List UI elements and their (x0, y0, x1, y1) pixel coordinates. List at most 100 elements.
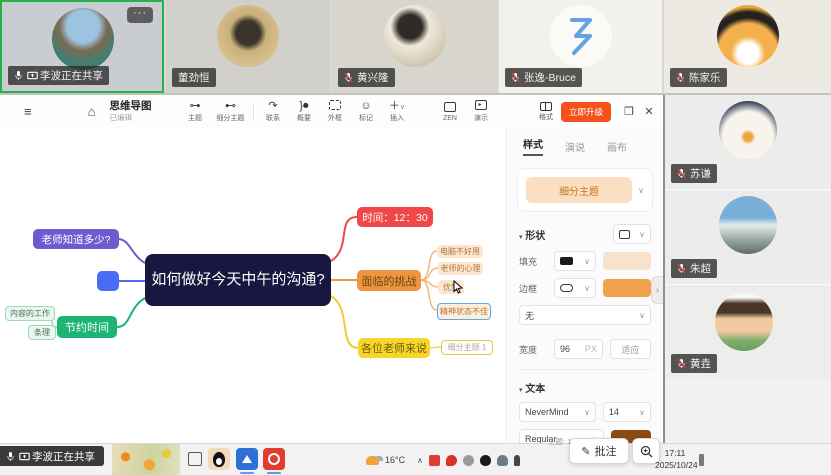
video-tile-zhangyi[interactable]: 张逸-Bruce (499, 0, 662, 93)
mic-muted-icon (677, 263, 686, 274)
participant-name: 陈家乐 (689, 70, 721, 85)
taskbar-clock[interactable]: 17:11 2025/10/24 (655, 448, 695, 472)
red-app-icon[interactable] (263, 448, 285, 470)
widgets-icon[interactable] (184, 448, 206, 470)
participant-name-badge: 黄兴隆 (338, 68, 395, 87)
text-section-header[interactable]: ▾ 文本 (519, 380, 545, 395)
mindmap-app-window: ≡ ⌂ 思维导图 已编辑 ⊶主题 ⊷细分主题 ↷联系 }⏺概要 外框 ☺标记 ＋… (0, 95, 663, 443)
sharing-indicator[interactable]: 李波正在共享 (0, 446, 104, 466)
present-icon: ▸ (475, 100, 487, 112)
summary-button[interactable]: }⏺概要 (288, 100, 319, 123)
topic-node[interactable]: 各位老师来说 (358, 338, 430, 358)
tab-canvas[interactable]: 画布 (607, 139, 627, 154)
avatar (384, 5, 446, 67)
insert-button[interactable]: ＋∨插入 (381, 100, 412, 123)
video-tile-dongjinheng[interactable]: 董劲恒 (166, 0, 330, 93)
avatar (719, 101, 777, 159)
tray-person-icon[interactable] (497, 455, 508, 466)
zen-mode-button[interactable]: ZEN (434, 102, 465, 122)
video-tile-zhuchao[interactable]: 朱超 (665, 190, 831, 285)
topic-node[interactable]: 节约时间 (57, 316, 117, 338)
document-title-block: 思维导图 已编辑 (109, 101, 151, 122)
video-tile-chenjiale[interactable]: 陈家乐 (664, 0, 831, 93)
topic-node-empty[interactable] (97, 271, 119, 291)
mic-on-icon (14, 70, 23, 81)
participant-name: 张逸-Bruce (524, 70, 576, 85)
width-input[interactable]: 96PX (554, 339, 603, 359)
annotate-button[interactable]: ✎ 批注 (569, 438, 629, 464)
blue-app-icon[interactable] (236, 448, 258, 470)
border-style-dropdown[interactable]: ∨ (554, 278, 596, 298)
format-icon (540, 102, 552, 111)
weather-temp[interactable]: 16°C (385, 455, 405, 465)
subtopic-node[interactable]: 老师的心理 (438, 262, 483, 275)
mouse-cursor (453, 280, 464, 294)
menu-icon[interactable]: ≡ (24, 104, 32, 119)
mindmap-canvas[interactable]: 老师知道多少? 如何做好今天中午的沟通? 节约时间 内容的工作 条理 时间：12… (0, 128, 507, 443)
participant-name-badge: 李波正在共享 (8, 66, 109, 85)
fill-label: 填充 (519, 255, 547, 268)
subtopic-node[interactable]: 内容的工作 (5, 306, 55, 321)
boundary-button[interactable]: 外框 (319, 100, 350, 123)
tab-style[interactable]: 样式 (523, 136, 543, 156)
subtopic-button[interactable]: ⊷细分主题 (210, 100, 250, 123)
subtopic-node-selected[interactable]: 精神状态不佳 (437, 303, 491, 320)
topic-node[interactable]: 时间：12：30 (357, 207, 433, 227)
screen-share-icon (27, 70, 36, 81)
participant-name: 黄兴隆 (357, 70, 389, 85)
width-label: 宽度 (519, 343, 547, 356)
tray-expand-chevron[interactable]: ∧ (417, 456, 423, 465)
border-color-swatch[interactable] (603, 279, 651, 297)
video-tile-suqian[interactable]: 苏谦 (665, 95, 831, 190)
home-icon[interactable]: ⌂ (88, 104, 96, 119)
avatar (717, 5, 779, 67)
font-family-dropdown[interactable]: NeverMind∨ (519, 402, 596, 422)
shape-dropdown[interactable]: ∨ (613, 224, 651, 244)
panel-collapse-handle[interactable]: › (651, 276, 663, 304)
present-button[interactable]: ▸演示 (465, 100, 496, 123)
avatar (550, 5, 612, 67)
participant-name-badge: 苏谦 (671, 164, 717, 183)
fit-button[interactable]: 适应 (610, 339, 651, 359)
tray-penguin-icon[interactable] (480, 455, 491, 466)
magnifier-plus-icon (640, 445, 653, 458)
close-button[interactable]: ✕ (639, 105, 659, 118)
subtopic-node[interactable]: 条理 (28, 325, 56, 340)
qq-app-icon[interactable] (208, 448, 230, 470)
central-topic-node[interactable]: 如何做好今天中午的沟通? (145, 254, 331, 306)
video-tile-libo[interactable]: ··· 李波正在共享 (0, 0, 164, 93)
subtopic-icon: ⊷ (225, 100, 236, 112)
tray-mic-icon[interactable] (514, 455, 520, 466)
subtopic-node[interactable]: 细分主题 1 (441, 340, 493, 355)
participant-name: 苏谦 (690, 166, 711, 181)
fill-color-swatch[interactable] (603, 252, 651, 270)
video-tile-huangxinglong[interactable]: 黄兴隆 (332, 0, 497, 93)
topic-node[interactable]: 老师知道多少? (33, 229, 119, 249)
maximize-button[interactable]: ❐ (619, 105, 639, 118)
tray-red-icon[interactable] (429, 455, 440, 466)
fill-style-dropdown[interactable]: ∨ (554, 251, 596, 271)
font-size-dropdown[interactable]: 14∨ (603, 402, 651, 422)
topic-button[interactable]: ⊶主题 (179, 100, 210, 123)
tray-gray-icon[interactable] (463, 455, 474, 466)
topic-node[interactable]: 面临的挑战 (357, 270, 421, 291)
style-selector-card[interactable]: 细分主题 ∨ (517, 168, 653, 212)
relation-button[interactable]: ↷联系 (257, 100, 288, 123)
participants-sidebar: 苏谦 朱超 黄垚 (663, 95, 831, 443)
document-title: 思维导图 (109, 101, 151, 113)
mic-on-icon (6, 451, 15, 462)
subtopic-node[interactable]: 电脑不好用 (437, 245, 483, 258)
chevron-down-icon: ∨ (639, 230, 645, 239)
more-options-button[interactable]: ··· (127, 7, 153, 23)
shape-section-header[interactable]: ▾ 形状 (519, 227, 545, 242)
border-line-dropdown[interactable]: 无∨ (519, 305, 651, 325)
marker-button[interactable]: ☺标记 (350, 100, 381, 123)
tab-pitch[interactable]: 演说 (565, 139, 585, 154)
participant-name: 董劲恒 (178, 70, 210, 85)
format-panel-button[interactable]: 格式 (539, 102, 553, 122)
tray-red-icon-2[interactable] (446, 455, 457, 466)
upgrade-button[interactable]: 立即升级 (561, 102, 611, 122)
participant-name: 李波正在共享 (40, 68, 103, 83)
video-tile-huangyao[interactable]: 黄垚 (665, 285, 831, 379)
show-desktop-icon[interactable] (699, 454, 704, 466)
